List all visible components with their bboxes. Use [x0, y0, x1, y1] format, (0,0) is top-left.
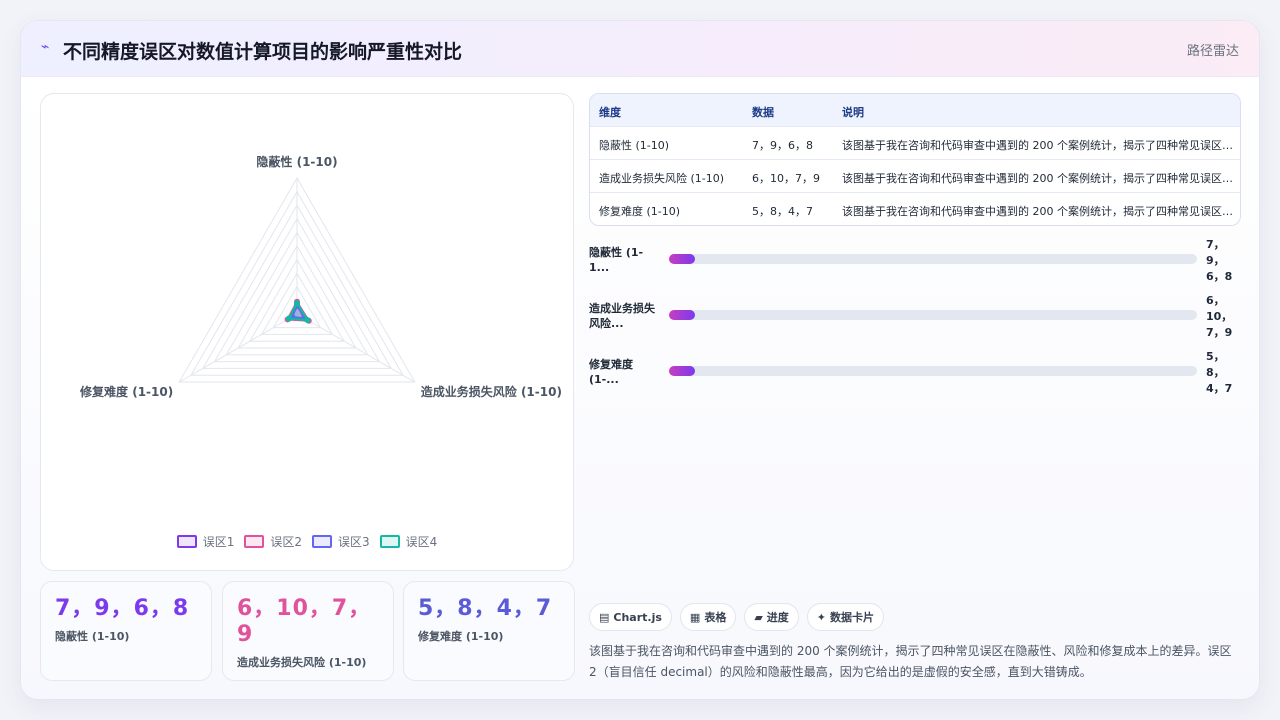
column-header: 数据	[752, 106, 774, 119]
table-cell: 该图基于我在咨询和代码审查中遇到的 200 个案例统计，揭示了四种常见误区在隐蔽…	[842, 205, 1234, 218]
data-table: 维度 数据 说明 隐蔽性 (1-10) 7，9，6，8 该图基于我在咨询和代码审…	[589, 93, 1241, 226]
table-cell: 6，10，7，9	[752, 172, 820, 185]
stat-label: 修复难度 (1-10)	[418, 630, 504, 643]
page-title: 不同精度误区对数值计算项目的影响严重性对比	[63, 41, 463, 63]
legend-swatch	[176, 535, 197, 548]
view-switcher: ▤ Chart.js ▦ 表格 ▰ 进度 ✦ 数据卡片	[589, 603, 885, 631]
table-row: 造成业务损失风险 (1-10) 6，10，7，9 该图基于我在咨询和代码审查中遇…	[590, 160, 1240, 193]
legend-item[interactable]: 误区1	[176, 533, 235, 550]
progress-list: 隐蔽性 (1- 1... 7， 9， 6，8 造成业务损失 风险... 6， 1…	[589, 238, 1249, 411]
progress-value-line: 5，	[1206, 350, 1225, 363]
table-row: 修复难度 (1-10) 5，8，4，7 该图基于我在咨询和代码审查中遇到的 20…	[590, 193, 1240, 225]
legend-item[interactable]: 误区3	[312, 533, 370, 550]
radar-axis-label: 修复难度 (1-10)	[79, 384, 173, 399]
data-card-chip[interactable]: ✦ 数据卡片	[806, 603, 885, 631]
progress-row: 修复难度 (1-... 5， 8， 4，7	[589, 350, 1249, 411]
table-cell: 该图基于我在咨询和代码审查中遇到的 200 个案例统计，揭示了四种常见误区在隐蔽…	[842, 139, 1234, 152]
progress-track	[669, 254, 1197, 264]
chart-icon: ▤	[599, 610, 610, 624]
stat-label: 隐蔽性 (1-10)	[55, 630, 130, 643]
summary-text: 该图基于我在咨询和代码审查中遇到的 200 个案例统计，揭示了四种常见误区在隐蔽…	[589, 644, 1232, 679]
chartjs-chip[interactable]: ▤ Chart.js	[589, 603, 672, 631]
progress-label: 隐蔽性 (1- 1...	[589, 245, 661, 275]
progress-value-line: 6，8	[1206, 270, 1233, 283]
radar-axis-label: 隐蔽性 (1-10)	[256, 154, 337, 169]
radar-chart: 隐蔽性 (1-10) 造成业务损失风险 (1-10) 修复难度 (1-10)	[79, 154, 562, 399]
progress-value-line: 8，	[1206, 366, 1225, 379]
table-cell: 该图基于我在咨询和代码审查中遇到的 200 个案例统计，揭示了四种常见误区在隐蔽…	[842, 172, 1234, 185]
progress-label-line: 修复难度	[589, 358, 633, 371]
column-header: 说明	[842, 106, 864, 119]
table-chip[interactable]: ▦ 表格	[679, 603, 737, 631]
chart-legend: 误区1 误区2 误区3 误区4	[41, 533, 573, 550]
legend-item[interactable]: 误区2	[244, 533, 302, 550]
table-cell: 7，9，6，8	[752, 139, 813, 152]
progress-fill	[669, 366, 696, 376]
progress-value: 7， 9， 6，8	[1206, 237, 1246, 285]
legend-label: 误区1	[202, 535, 235, 549]
progress-value-line: 10，	[1206, 310, 1233, 323]
radar-point	[304, 317, 311, 324]
table-cell: 隐蔽性 (1-10)	[599, 139, 670, 152]
chip-label: Chart.js	[613, 610, 662, 624]
table-cell: 修复难度 (1-10)	[599, 205, 681, 218]
table-header-row: 维度 数据 说明	[590, 94, 1240, 127]
progress-track	[669, 310, 1197, 320]
column-header: 维度	[599, 106, 621, 119]
progress-value-line: 7，9	[1206, 326, 1233, 339]
dashboard-card: ⌁ 不同精度误区对数值计算项目的影响严重性对比 路径雷达 隐蔽性 (1-10) 造…	[20, 20, 1260, 700]
stat-value: 7，9，6，8	[55, 596, 190, 621]
progress-icon: ▰	[754, 610, 763, 624]
progress-label-line: 1...	[589, 261, 610, 274]
progress-chip[interactable]: ▰ 进度	[744, 603, 799, 631]
stat-label: 造成业务损失风险 (1-10)	[237, 656, 367, 669]
progress-label-line: 造成业务损失	[589, 302, 655, 315]
stat-value: 6，10，7，9	[237, 596, 372, 647]
radar-chart-panel: 隐蔽性 (1-10) 造成业务损失风险 (1-10) 修复难度 (1-10) 误区1…	[40, 93, 574, 571]
stat-value: 5，8，4，7	[418, 596, 553, 621]
progress-label: 修复难度 (1-...	[589, 357, 661, 387]
legend-item[interactable]: 误区4	[379, 533, 438, 550]
chart-type-label: 路径雷达	[1186, 44, 1239, 59]
progress-value-line: 6，	[1206, 294, 1225, 307]
progress-label-line: 隐蔽性 (1-	[589, 246, 644, 259]
radar-axis-label: 造成业务损失风险 (1-10)	[421, 384, 562, 399]
progress-track	[669, 366, 1197, 376]
radar-point	[294, 300, 300, 307]
progress-value-line: 9，	[1206, 254, 1225, 267]
legend-label: 误区2	[270, 535, 302, 549]
radar-point	[285, 315, 292, 322]
stat-card-fix-difficulty: 5，8，4，7 修复难度 (1-10)	[403, 581, 575, 681]
legend-swatch	[312, 535, 332, 548]
table-cell: 5，8，4，7	[752, 205, 813, 218]
progress-label-line: 风险...	[589, 317, 624, 330]
table-cell: 造成业务损失风险 (1-10)	[599, 172, 725, 185]
progress-fill	[669, 310, 696, 320]
progress-value: 6， 10， 7，9	[1206, 293, 1246, 341]
progress-row: 隐蔽性 (1- 1... 7， 9， 6，8	[589, 238, 1249, 299]
progress-value-line: 7，	[1206, 238, 1225, 251]
legend-label: 误区3	[338, 535, 370, 549]
stat-card-concealment: 7，9，6，8 隐蔽性 (1-10)	[40, 581, 212, 681]
progress-value-line: 4，7	[1206, 382, 1233, 395]
header: ⌁ 不同精度误区对数值计算项目的影响严重性对比 路径雷达	[21, 21, 1259, 77]
card-icon: ✦	[816, 610, 827, 624]
table-row: 隐蔽性 (1-10) 7，9，6，8 该图基于我在咨询和代码审查中遇到的 200…	[590, 127, 1240, 160]
table-icon: ▦	[689, 610, 701, 624]
wave-icon: ⌁	[41, 39, 50, 55]
chip-label: 进度	[766, 611, 789, 624]
stat-card-business-risk: 6，10，7，9 造成业务损失风险 (1-10)	[222, 581, 394, 681]
progress-row: 造成业务损失 风险... 6， 10， 7，9	[589, 294, 1249, 355]
progress-fill	[669, 254, 696, 264]
progress-label: 造成业务损失 风险...	[589, 301, 661, 331]
legend-swatch	[379, 535, 400, 548]
chip-label: 数据卡片	[830, 611, 875, 624]
chip-label: 表格	[704, 611, 727, 624]
progress-label-line: (1-...	[589, 373, 619, 386]
progress-value: 5， 8， 4，7	[1206, 349, 1246, 397]
legend-swatch	[244, 535, 265, 548]
legend-label: 误区4	[405, 535, 438, 549]
